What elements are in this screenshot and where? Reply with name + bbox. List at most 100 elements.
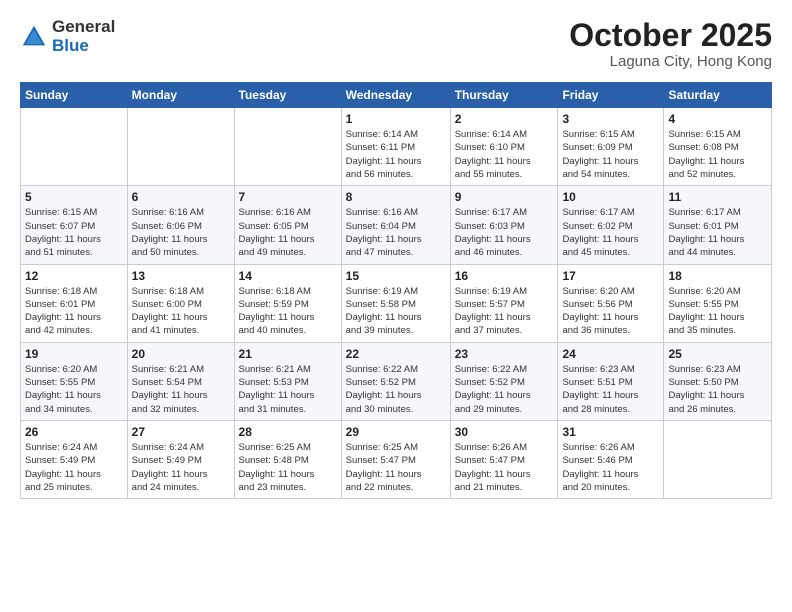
calendar-week-1: 1 Sunrise: 6:14 AM Sunset: 6:11 PM Daylig… — [21, 108, 772, 186]
calendar-table: SundayMondayTuesdayWednesdayThursdayFrid… — [20, 82, 772, 499]
day-number: 15 — [346, 269, 446, 283]
day-info: Sunrise: 6:14 AM Sunset: 6:11 PM Dayligh… — [346, 128, 446, 181]
calendar-cell: 6 Sunrise: 6:16 AM Sunset: 6:06 PM Daylig… — [127, 186, 234, 264]
day-number: 28 — [239, 425, 337, 439]
day-number: 4 — [668, 112, 767, 126]
calendar-cell: 14 Sunrise: 6:18 AM Sunset: 5:59 PM Dayli… — [234, 264, 341, 342]
day-number: 29 — [346, 425, 446, 439]
calendar-cell: 30Sunrise: 6:26 AM Sunset: 5:47 PM Dayli… — [450, 420, 558, 498]
col-header-friday: Friday — [558, 83, 664, 108]
calendar-cell: 11 Sunrise: 6:17 AM Sunset: 6:01 PM Dayli… — [664, 186, 772, 264]
day-number: 12 — [25, 269, 123, 283]
day-info: Sunrise: 6:26 AM Sunset: 5:47 PM Dayligh… — [455, 441, 554, 494]
calendar-cell: 4 Sunrise: 6:15 AM Sunset: 6:08 PM Daylig… — [664, 108, 772, 186]
calendar-cell: 13 Sunrise: 6:18 AM Sunset: 6:00 PM Dayli… — [127, 264, 234, 342]
calendar-cell: 18Sunrise: 6:20 AM Sunset: 5:55 PM Dayli… — [664, 264, 772, 342]
day-info: Sunrise: 6:22 AM Sunset: 5:52 PM Dayligh… — [346, 363, 446, 416]
calendar-cell: 9Sunrise: 6:17 AM Sunset: 6:03 PM Daylig… — [450, 186, 558, 264]
calendar-cell: 29 Sunrise: 6:25 AM Sunset: 5:47 PM Dayli… — [341, 420, 450, 498]
day-info: Sunrise: 6:17 AM Sunset: 6:01 PM Dayligh… — [668, 206, 767, 259]
col-header-thursday: Thursday — [450, 83, 558, 108]
day-info: Sunrise: 6:16 AM Sunset: 6:05 PM Dayligh… — [239, 206, 337, 259]
logo-general-text: General — [52, 18, 115, 37]
calendar-cell: 16 Sunrise: 6:19 AM Sunset: 5:57 PM Dayli… — [450, 264, 558, 342]
calendar-cell: 27Sunrise: 6:24 AM Sunset: 5:49 PM Dayli… — [127, 420, 234, 498]
day-info: Sunrise: 6:25 AM Sunset: 5:48 PM Dayligh… — [239, 441, 337, 494]
day-number: 16 — [455, 269, 554, 283]
calendar-cell — [127, 108, 234, 186]
day-number: 25 — [668, 347, 767, 361]
logo-blue-text: Blue — [52, 37, 115, 56]
title-block: October 2025 Laguna City, Hong Kong — [569, 18, 772, 70]
calendar-cell — [234, 108, 341, 186]
calendar-cell: 8 Sunrise: 6:16 AM Sunset: 6:04 PM Daylig… — [341, 186, 450, 264]
calendar-cell: 28 Sunrise: 6:25 AM Sunset: 5:48 PM Dayli… — [234, 420, 341, 498]
day-number: 8 — [346, 190, 446, 204]
day-number: 10 — [562, 190, 659, 204]
calendar-cell — [664, 420, 772, 498]
calendar-cell: 5Sunrise: 6:15 AM Sunset: 6:07 PM Daylig… — [21, 186, 128, 264]
col-header-monday: Monday — [127, 83, 234, 108]
day-info: Sunrise: 6:19 AM Sunset: 5:57 PM Dayligh… — [455, 285, 554, 338]
day-number: 5 — [25, 190, 123, 204]
day-number: 11 — [668, 190, 767, 204]
day-info: Sunrise: 6:17 AM Sunset: 6:02 PM Dayligh… — [562, 206, 659, 259]
day-number: 22 — [346, 347, 446, 361]
page: General Blue October 2025 Laguna City, H… — [0, 0, 792, 612]
calendar-cell: 20Sunrise: 6:21 AM Sunset: 5:54 PM Dayli… — [127, 342, 234, 420]
calendar-header-row: SundayMondayTuesdayWednesdayThursdayFrid… — [21, 83, 772, 108]
day-number: 26 — [25, 425, 123, 439]
calendar-cell: 19 Sunrise: 6:20 AM Sunset: 5:55 PM Dayli… — [21, 342, 128, 420]
month-title: October 2025 — [569, 18, 772, 53]
day-info: Sunrise: 6:21 AM Sunset: 5:53 PM Dayligh… — [239, 363, 337, 416]
day-info: Sunrise: 6:20 AM Sunset: 5:55 PM Dayligh… — [25, 363, 123, 416]
day-info: Sunrise: 6:16 AM Sunset: 6:06 PM Dayligh… — [132, 206, 230, 259]
calendar-cell: 31 Sunrise: 6:26 AM Sunset: 5:46 PM Dayli… — [558, 420, 664, 498]
day-number: 18 — [668, 269, 767, 283]
day-number: 13 — [132, 269, 230, 283]
logo-icon — [20, 23, 48, 51]
calendar-week-5: 26 Sunrise: 6:24 AM Sunset: 5:49 PM Dayli… — [21, 420, 772, 498]
day-info: Sunrise: 6:23 AM Sunset: 5:51 PM Dayligh… — [562, 363, 659, 416]
day-info: Sunrise: 6:19 AM Sunset: 5:58 PM Dayligh… — [346, 285, 446, 338]
col-header-tuesday: Tuesday — [234, 83, 341, 108]
day-number: 7 — [239, 190, 337, 204]
day-info: Sunrise: 6:18 AM Sunset: 5:59 PM Dayligh… — [239, 285, 337, 338]
day-number: 6 — [132, 190, 230, 204]
day-number: 21 — [239, 347, 337, 361]
day-info: Sunrise: 6:21 AM Sunset: 5:54 PM Dayligh… — [132, 363, 230, 416]
day-info: Sunrise: 6:17 AM Sunset: 6:03 PM Dayligh… — [455, 206, 554, 259]
day-info: Sunrise: 6:24 AM Sunset: 5:49 PM Dayligh… — [25, 441, 123, 494]
calendar-cell: 21 Sunrise: 6:21 AM Sunset: 5:53 PM Dayli… — [234, 342, 341, 420]
col-header-wednesday: Wednesday — [341, 83, 450, 108]
calendar-week-4: 19 Sunrise: 6:20 AM Sunset: 5:55 PM Dayli… — [21, 342, 772, 420]
calendar-cell: 12Sunrise: 6:18 AM Sunset: 6:01 PM Dayli… — [21, 264, 128, 342]
calendar-week-3: 12Sunrise: 6:18 AM Sunset: 6:01 PM Dayli… — [21, 264, 772, 342]
col-header-sunday: Sunday — [21, 83, 128, 108]
calendar-cell: 7 Sunrise: 6:16 AM Sunset: 6:05 PM Daylig… — [234, 186, 341, 264]
day-number: 23 — [455, 347, 554, 361]
day-info: Sunrise: 6:20 AM Sunset: 5:56 PM Dayligh… — [562, 285, 659, 338]
day-info: Sunrise: 6:24 AM Sunset: 5:49 PM Dayligh… — [132, 441, 230, 494]
day-info: Sunrise: 6:15 AM Sunset: 6:09 PM Dayligh… — [562, 128, 659, 181]
day-number: 14 — [239, 269, 337, 283]
calendar-cell: 24 Sunrise: 6:23 AM Sunset: 5:51 PM Dayli… — [558, 342, 664, 420]
logo: General Blue — [20, 18, 115, 55]
calendar-cell: 10 Sunrise: 6:17 AM Sunset: 6:02 PM Dayli… — [558, 186, 664, 264]
day-info: Sunrise: 6:15 AM Sunset: 6:08 PM Dayligh… — [668, 128, 767, 181]
day-number: 1 — [346, 112, 446, 126]
day-number: 19 — [25, 347, 123, 361]
day-info: Sunrise: 6:26 AM Sunset: 5:46 PM Dayligh… — [562, 441, 659, 494]
day-info: Sunrise: 6:16 AM Sunset: 6:04 PM Dayligh… — [346, 206, 446, 259]
calendar-cell — [21, 108, 128, 186]
calendar-cell: 15 Sunrise: 6:19 AM Sunset: 5:58 PM Dayli… — [341, 264, 450, 342]
calendar-cell: 26 Sunrise: 6:24 AM Sunset: 5:49 PM Dayli… — [21, 420, 128, 498]
day-number: 24 — [562, 347, 659, 361]
day-info: Sunrise: 6:22 AM Sunset: 5:52 PM Dayligh… — [455, 363, 554, 416]
day-info: Sunrise: 6:18 AM Sunset: 6:00 PM Dayligh… — [132, 285, 230, 338]
day-number: 31 — [562, 425, 659, 439]
day-info: Sunrise: 6:25 AM Sunset: 5:47 PM Dayligh… — [346, 441, 446, 494]
day-info: Sunrise: 6:14 AM Sunset: 6:10 PM Dayligh… — [455, 128, 554, 181]
calendar-cell: 2Sunrise: 6:14 AM Sunset: 6:10 PM Daylig… — [450, 108, 558, 186]
day-number: 3 — [562, 112, 659, 126]
